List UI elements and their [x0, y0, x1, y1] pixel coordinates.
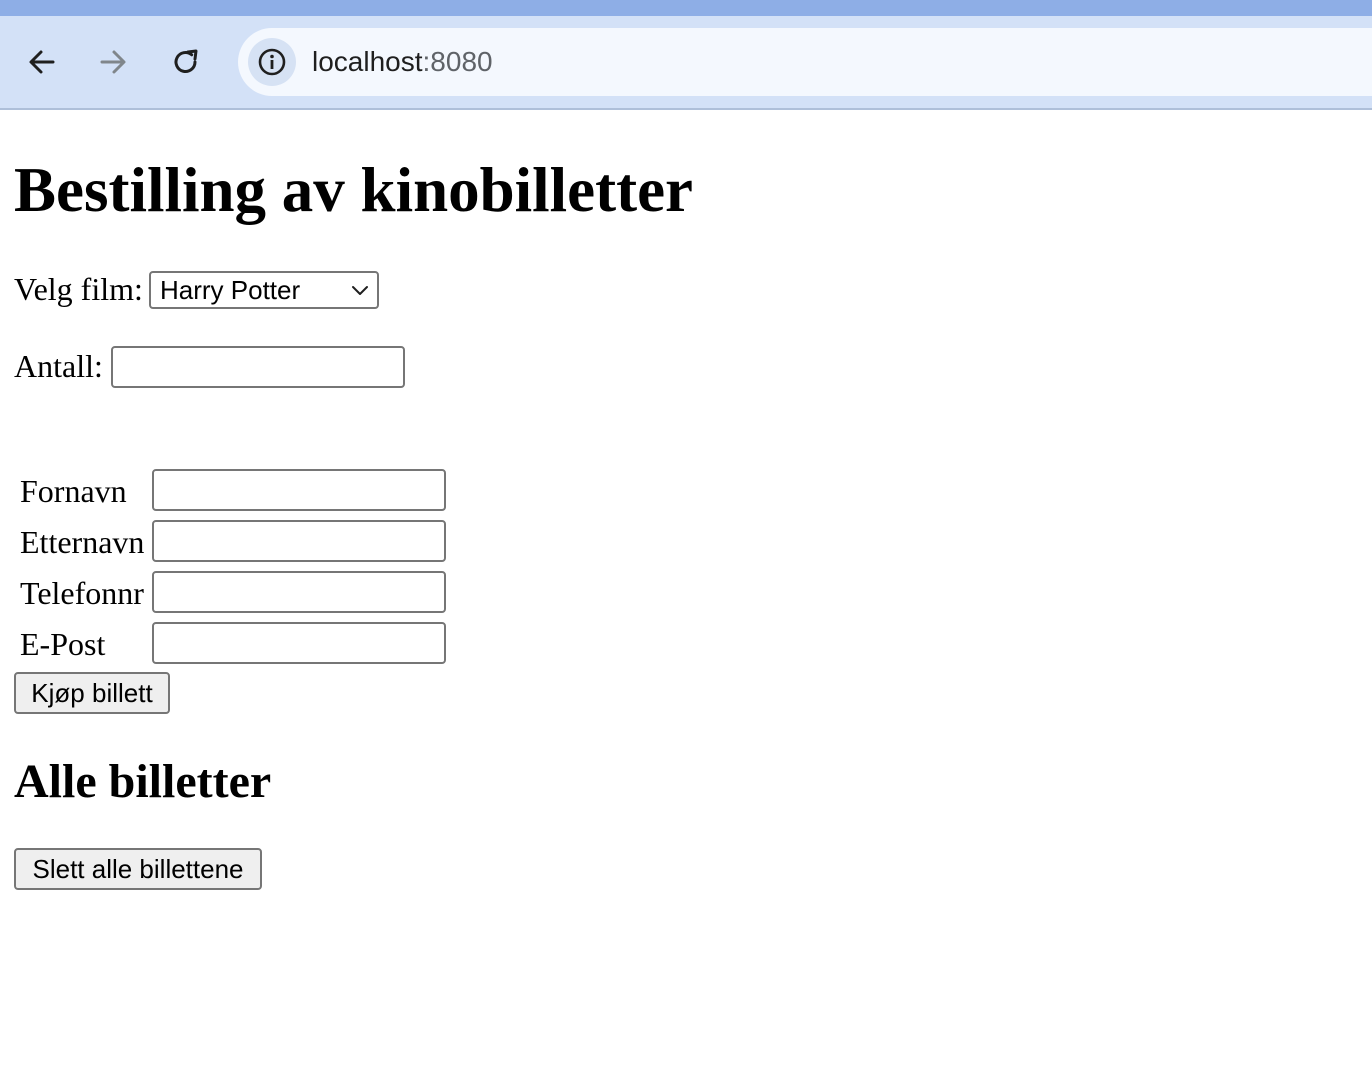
buy-ticket-button[interactable]: Kjøp billett: [14, 672, 170, 714]
reload-button[interactable]: [164, 40, 208, 84]
page-title: Bestilling av kinobilletter: [14, 155, 694, 225]
count-label: Antall:: [14, 348, 103, 384]
browser-top-strip: [0, 0, 1372, 16]
delete-all-tickets-button[interactable]: Slett alle billettene: [14, 848, 262, 890]
site-info-button[interactable]: [248, 38, 296, 86]
phone-input[interactable]: [152, 571, 446, 613]
url-host: localhost: [312, 46, 423, 77]
count-input[interactable]: [111, 346, 405, 388]
reload-icon: [174, 49, 198, 73]
film-select[interactable]: Harry Potter: [149, 271, 379, 309]
lastname-input[interactable]: [152, 520, 446, 562]
film-select-value: Harry Potter: [160, 275, 301, 305]
url-text[interactable]: localhost:8080: [312, 44, 493, 80]
email-label: E-Post: [20, 626, 106, 662]
url-port: :8080: [422, 46, 493, 77]
back-arrow-icon: [29, 50, 55, 74]
film-label: Velg film:: [14, 271, 143, 307]
firstname-input[interactable]: [152, 469, 446, 511]
forward-arrow-icon: [100, 50, 126, 74]
site-info-icon: [258, 48, 286, 76]
email-input[interactable]: [152, 622, 446, 664]
forward-button[interactable]: [91, 40, 135, 84]
back-button[interactable]: [20, 40, 64, 84]
firstname-label: Fornavn: [20, 473, 127, 509]
phone-label: Telefonnr: [20, 575, 144, 611]
lastname-label: Etternavn: [20, 524, 145, 560]
tickets-heading: Alle billetter: [14, 755, 272, 808]
chevron-down-icon: [352, 286, 368, 295]
page-content: Bestilling av kinobilletter Velg film: H…: [0, 110, 1372, 1084]
